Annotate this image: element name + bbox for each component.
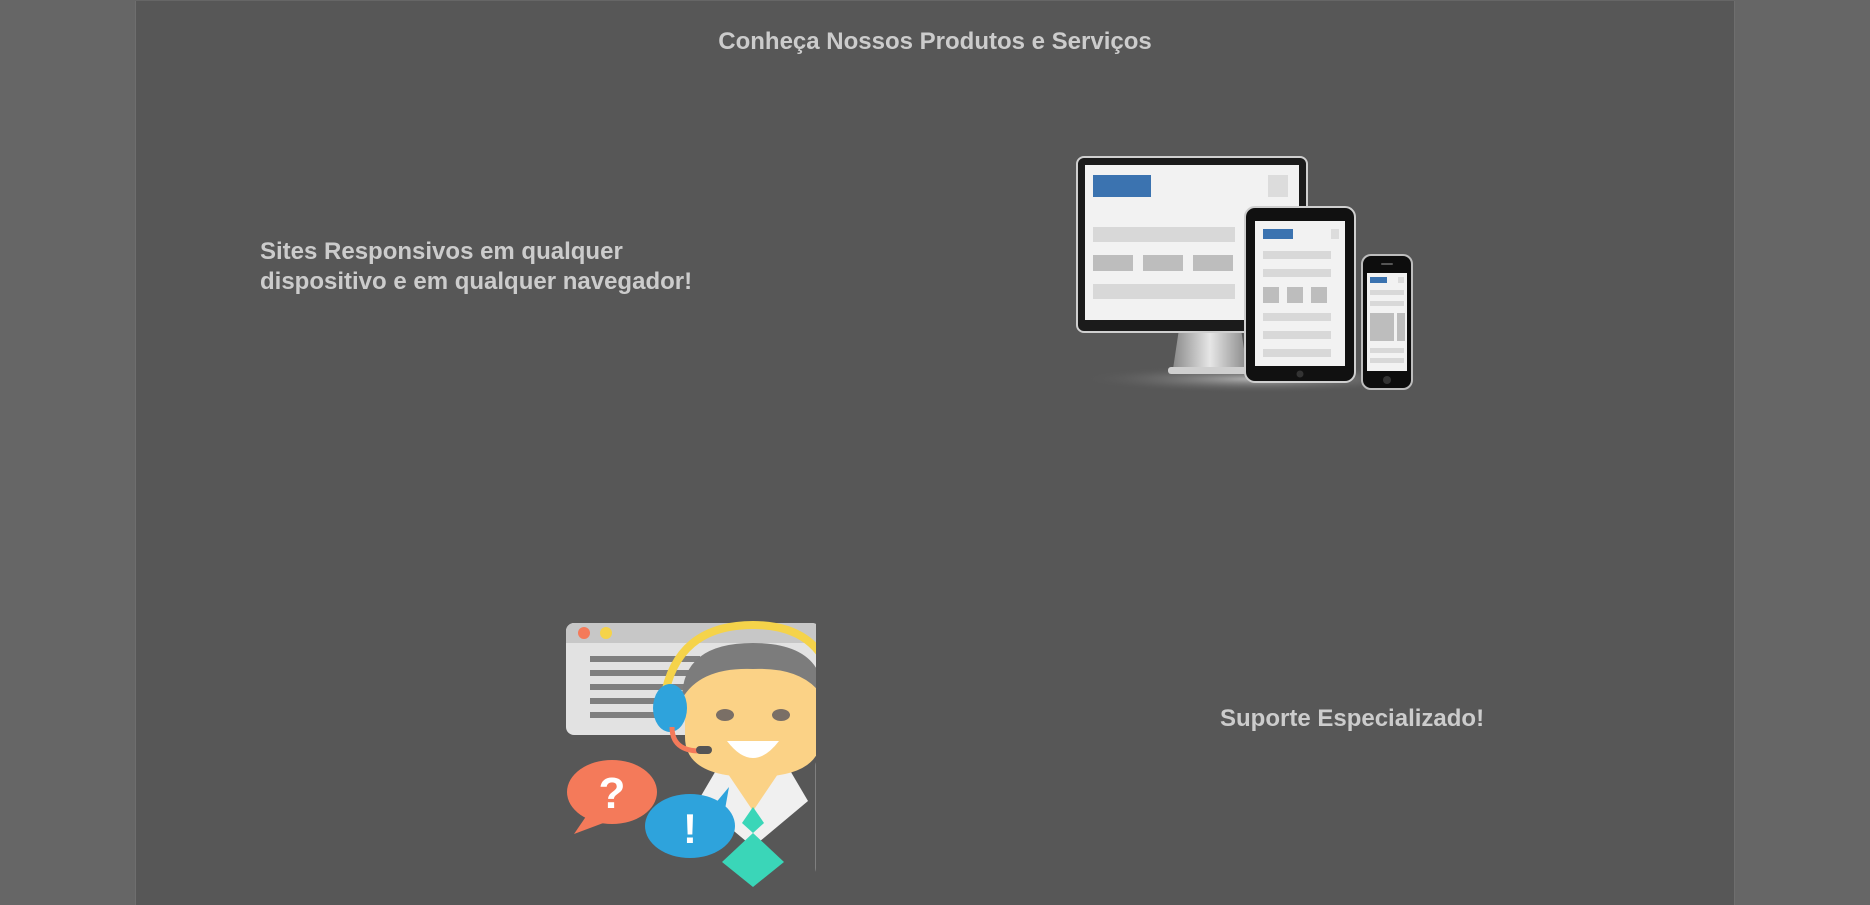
svg-text:!: ! bbox=[683, 805, 697, 852]
feature-support-line-1: Suporte Especializado! bbox=[1220, 705, 1485, 732]
svg-text:?: ? bbox=[599, 769, 626, 818]
feature-responsive-text: Sites Responsivos em qualquer dispositiv… bbox=[260, 237, 740, 297]
section-title: Conheça Nossos Produtos e Serviços bbox=[718, 28, 1152, 55]
feature-responsive-line-1: Sites Responsivos em qualquer bbox=[260, 238, 623, 265]
feature-support-text: Suporte Especializado! bbox=[1220, 704, 1620, 734]
support-agent-icon: ? ! bbox=[566, 620, 816, 887]
responsive-devices-icon bbox=[1076, 156, 1431, 393]
feature-responsive-line-2: dispositivo e em qualquer navegador! bbox=[260, 268, 693, 295]
content-section: Conheça Nossos Produtos e Serviços Sites… bbox=[135, 1, 1735, 905]
